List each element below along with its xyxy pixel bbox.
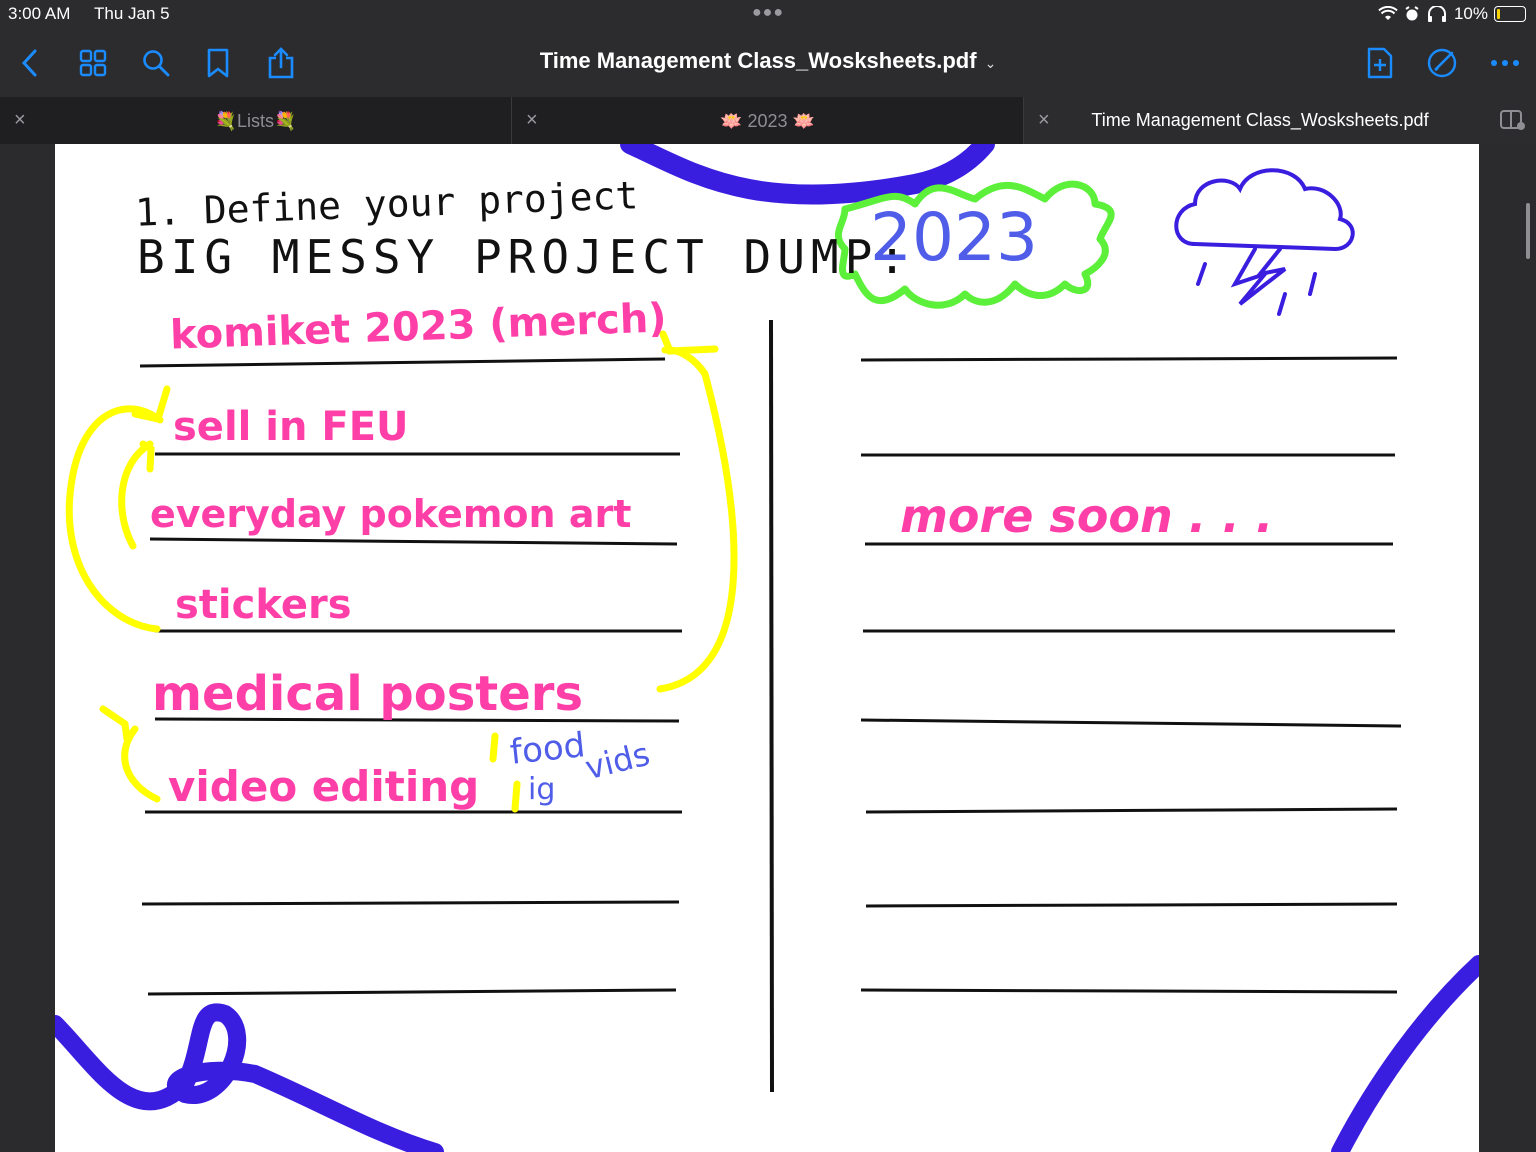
side-note: food	[508, 725, 588, 773]
document-title: Time Management Class_Wosksheets.pdf	[539, 48, 977, 73]
center-divider	[769, 319, 774, 1093]
markup-pen-icon	[1427, 48, 1457, 78]
project-item: video editing	[168, 762, 480, 811]
right-column-lines	[860, 356, 1402, 994]
more-icon	[1491, 60, 1519, 66]
year-badge-text: 2023	[870, 199, 1038, 276]
add-page-icon	[1367, 47, 1393, 79]
tab-divider	[511, 97, 512, 144]
battery-icon	[1494, 6, 1526, 22]
tab-bar: × 💐Lists💐 × 🪷 2023 🪷 × Time Management C…	[0, 97, 1536, 144]
chevron-down-icon: ⌄	[984, 55, 997, 71]
worksheet-subheading: BIG MESSY PROJECT DUMP:	[137, 230, 912, 284]
status-date: Thu Jan 5	[94, 4, 170, 23]
alarm-icon	[1405, 6, 1419, 21]
status-indicators: 10%	[1378, 4, 1526, 24]
scrollbar[interactable]	[1526, 203, 1530, 259]
status-time: 3:00 AM	[8, 4, 71, 23]
tab-label: 🪷 2023 🪷	[720, 111, 815, 131]
headphones-icon	[1427, 6, 1446, 22]
tab-2023[interactable]: × 🪷 2023 🪷	[512, 97, 1023, 144]
tab-label: Time Management Class_Wosksheets.pdf	[1091, 110, 1429, 130]
toolbar: Time Management Class_Wosksheets.pdf ⌄	[0, 30, 1536, 97]
multitasking-dots-icon[interactable]: ●●●	[752, 4, 784, 22]
pdf-page[interactable]: 1. Define your project BIG MESSY PROJECT…	[55, 144, 1479, 1152]
markup-button[interactable]	[1424, 45, 1460, 81]
tab-label: 💐Lists💐	[214, 111, 297, 131]
wifi-icon	[1378, 6, 1398, 20]
project-item: stickers	[175, 582, 352, 628]
page-drawings	[55, 144, 1479, 1152]
purple-swoosh-bottom-left	[55, 1003, 444, 1152]
project-item: sell in FEU	[173, 404, 409, 450]
right-column-note: more soon . . .	[900, 489, 1274, 543]
tab-divider	[1023, 97, 1024, 144]
tab-lists[interactable]: × 💐Lists💐	[0, 97, 511, 144]
status-bar: 3:00 AM Thu Jan 5 ●●● 10%	[0, 0, 1536, 30]
project-item: everyday pokemon art	[150, 492, 632, 536]
side-note: ig	[528, 772, 556, 807]
project-item: medical posters	[152, 666, 584, 722]
document-title-button[interactable]: Time Management Class_Wosksheets.pdf ⌄	[0, 48, 1536, 74]
tab-time-management[interactable]: × Time Management Class_Wosksheets.pdf	[1024, 97, 1536, 144]
storm-cloud-drawing	[1174, 168, 1355, 316]
split-view-icon[interactable]	[1500, 109, 1526, 131]
add-page-button[interactable]	[1362, 45, 1398, 81]
more-button[interactable]	[1487, 45, 1523, 81]
battery-percent: 10%	[1453, 4, 1488, 23]
